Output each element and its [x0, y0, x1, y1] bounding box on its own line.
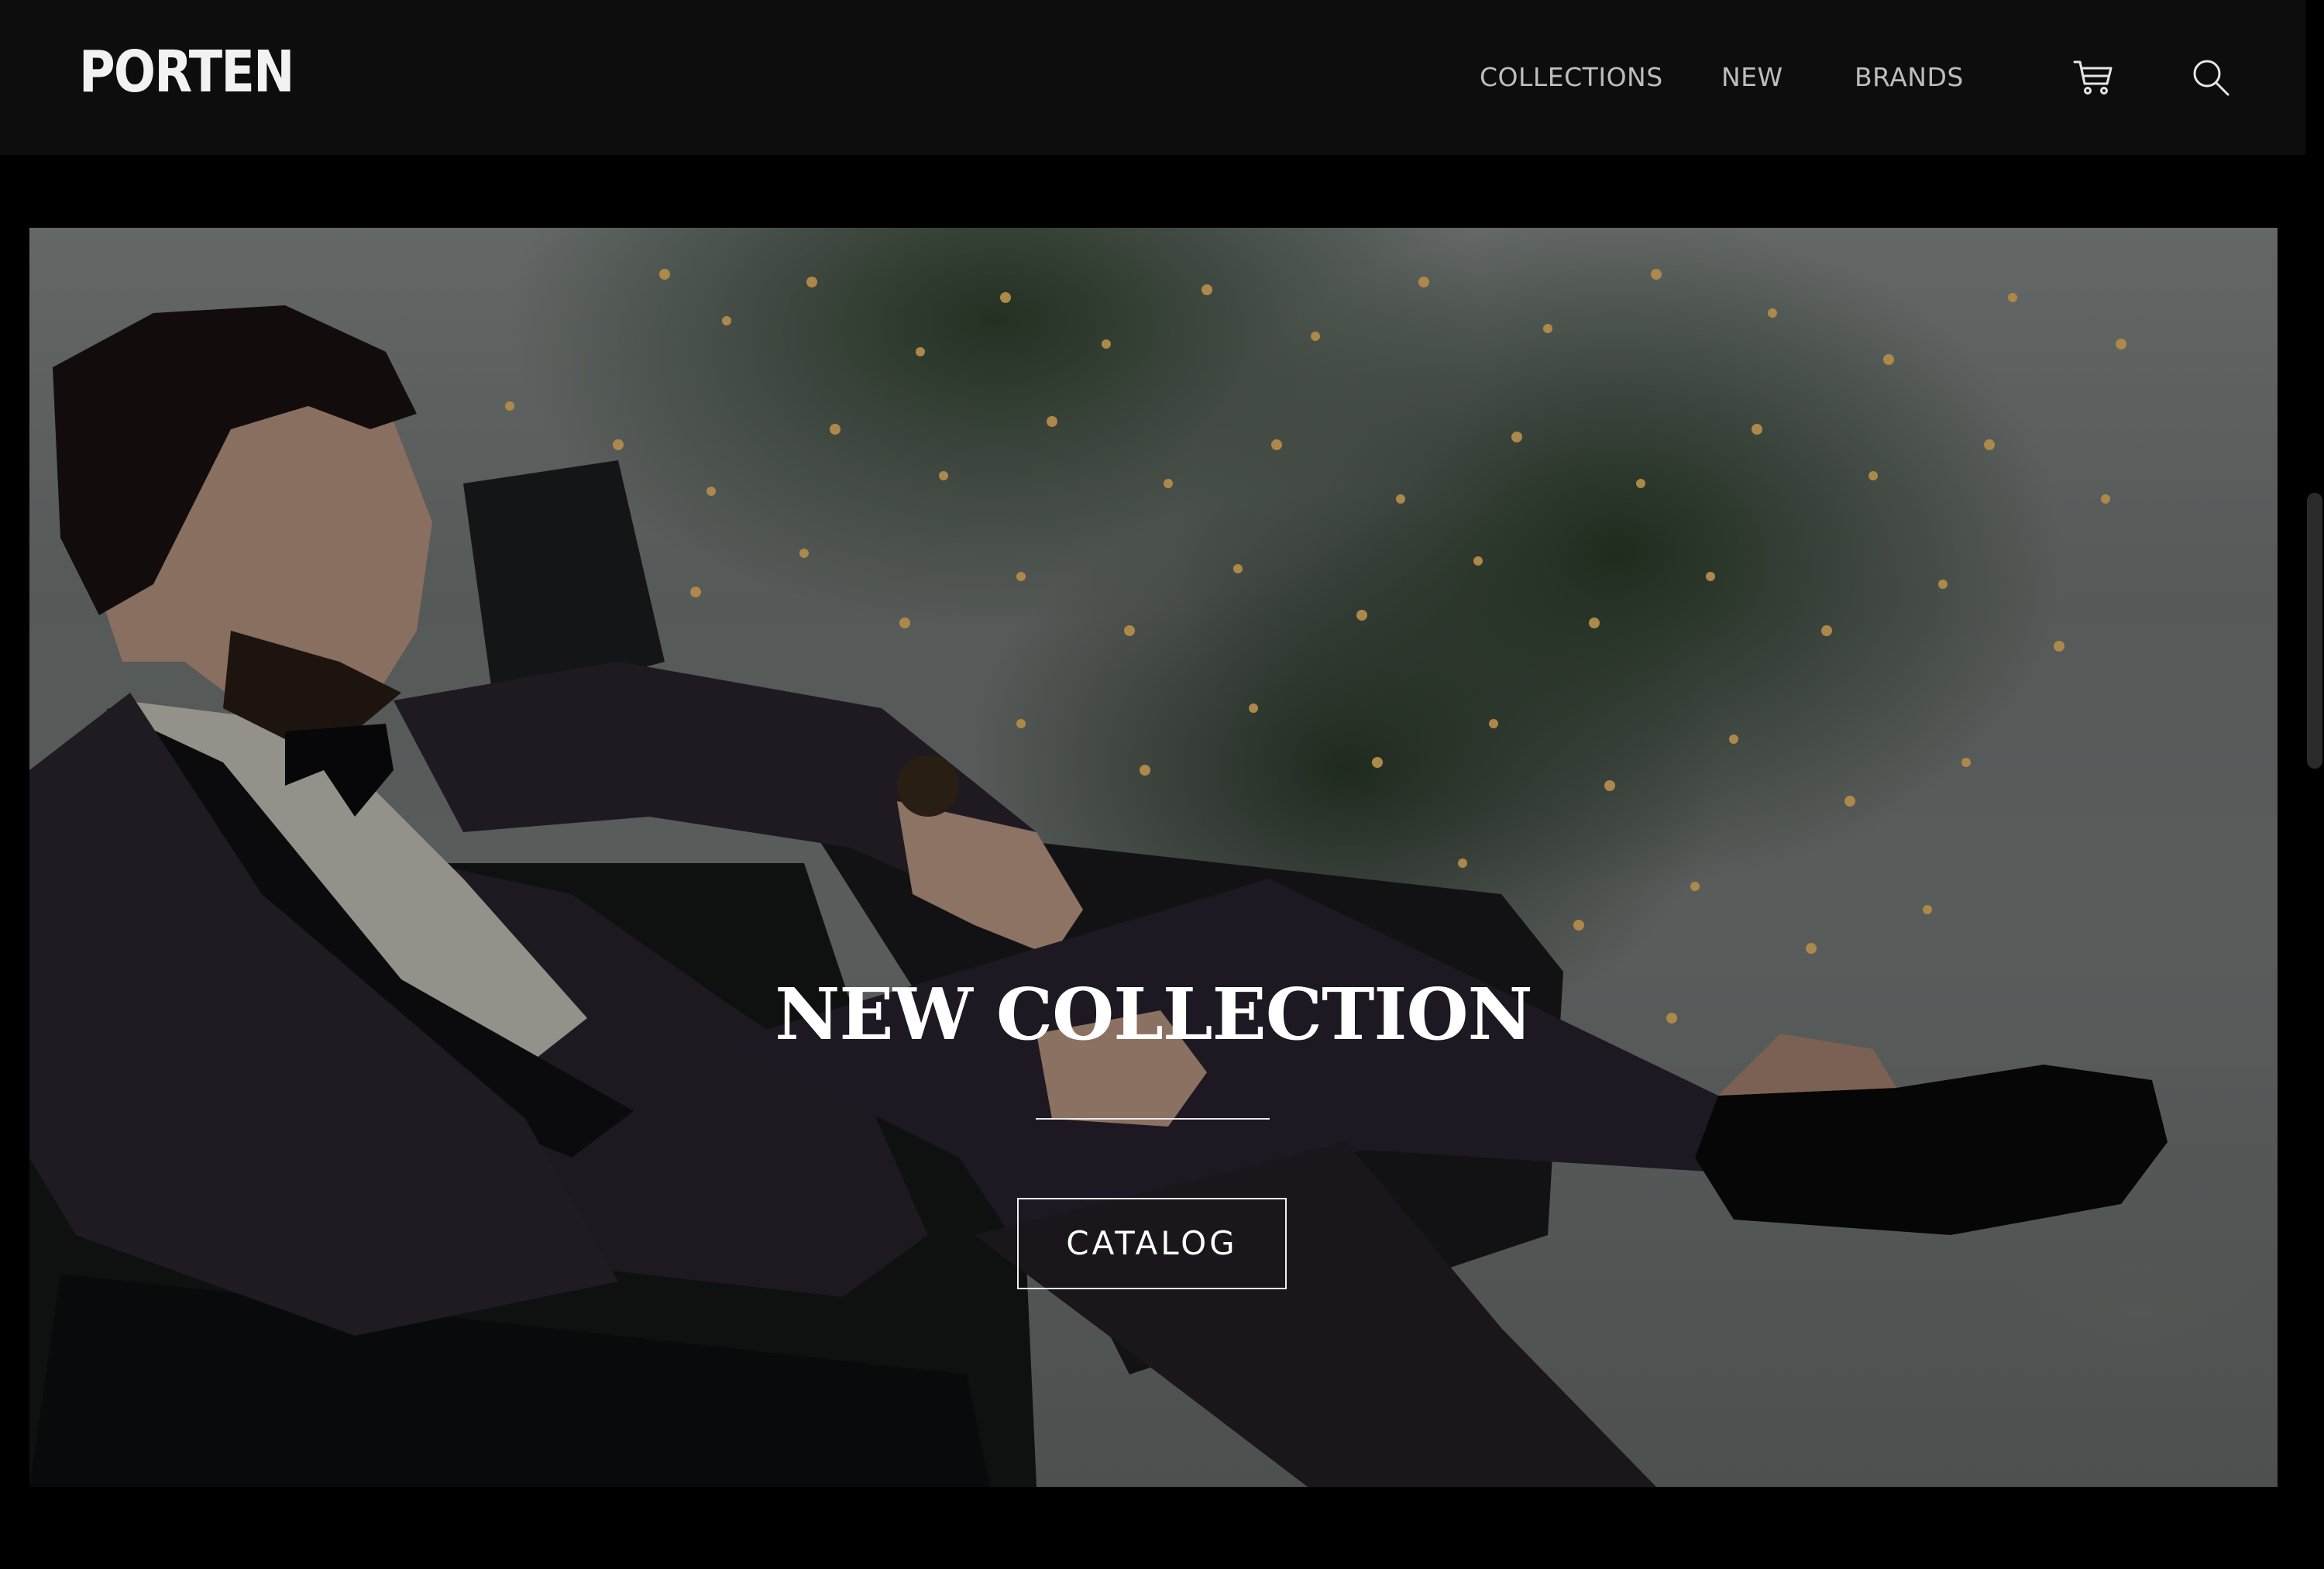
search-icon[interactable]: [2189, 56, 2233, 99]
page: PORTEN COLLECTIONS NEW BRANDS NEW COLLEC…: [0, 0, 2324, 1569]
scrollbar-thumb[interactable]: [2307, 493, 2322, 769]
logo[interactable]: PORTEN: [79, 37, 294, 107]
nav-new[interactable]: NEW: [1721, 54, 1783, 101]
site-header: PORTEN COLLECTIONS NEW BRANDS: [0, 0, 2305, 155]
hero-title: NEW COLLECTION: [775, 972, 1532, 1056]
hero-divider: [1036, 1118, 1270, 1120]
hero-dark-overlay: [29, 228, 2278, 1487]
nav-brands[interactable]: BRANDS: [1855, 54, 1964, 101]
nav-collections[interactable]: COLLECTIONS: [1480, 54, 1663, 101]
scrollbar-track[interactable]: [2305, 0, 2324, 1569]
hero-banner: NEW COLLECTION CATALOG: [29, 228, 2278, 1487]
cart-icon[interactable]: [2071, 56, 2115, 99]
catalog-button[interactable]: CATALOG: [1017, 1198, 1287, 1289]
